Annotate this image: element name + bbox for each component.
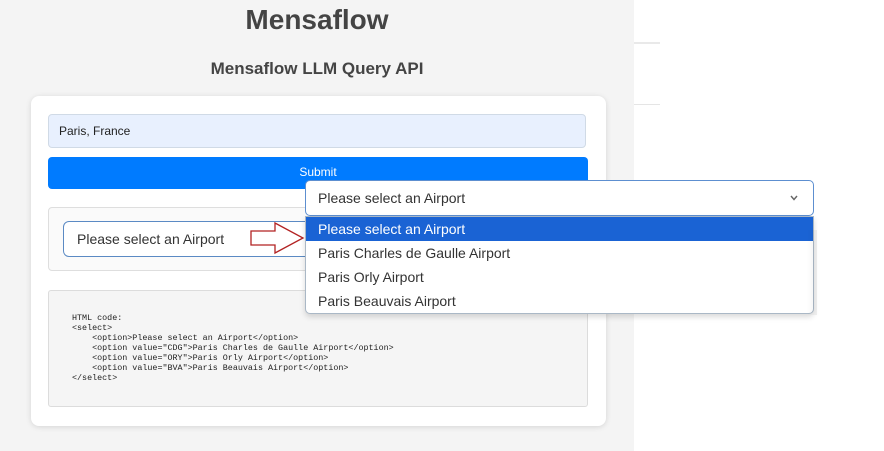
query-input[interactable] xyxy=(48,114,586,148)
page-subtitle: Mensaflow LLM Query API xyxy=(210,59,424,78)
dropdown-shadow xyxy=(807,230,817,315)
side-divider xyxy=(634,104,660,105)
airport-select[interactable]: Please select an Airport xyxy=(305,180,814,216)
dropdown-option[interactable]: Paris Orly Airport xyxy=(306,265,813,289)
airport-select-value: Please select an Airport xyxy=(318,190,466,206)
airport-dropdown-list: Please select an Airport Paris Charles d… xyxy=(305,216,814,314)
code-text: HTML code: <select> <option>Please selec… xyxy=(72,313,394,383)
dropdown-option[interactable]: Please select an Airport xyxy=(306,217,813,241)
side-divider xyxy=(634,42,660,44)
chevron-down-icon xyxy=(790,195,798,201)
result-select-value: Please select an Airport xyxy=(77,231,225,247)
dropdown-option[interactable]: Paris Charles de Gaulle Airport xyxy=(306,241,813,265)
right-arrow-icon xyxy=(250,221,305,255)
dropdown-option[interactable]: Paris Beauvais Airport xyxy=(306,289,813,313)
app-title: Mensaflow xyxy=(245,4,389,35)
